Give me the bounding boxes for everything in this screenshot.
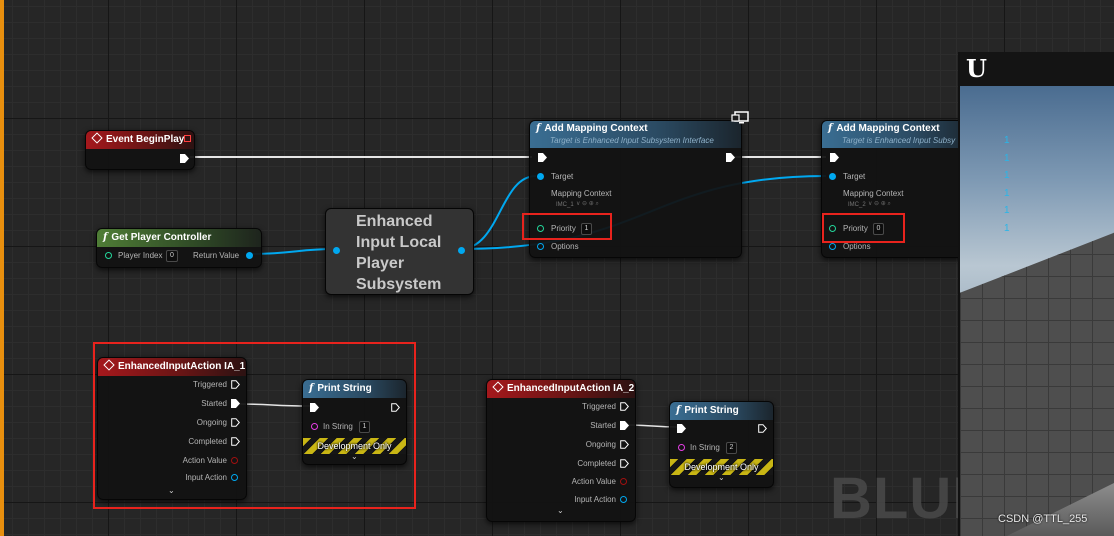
in-string-field[interactable]: 2 <box>726 442 737 454</box>
mapping-context-browse-icon[interactable]: ∨ ⊖ ⊕ ⌕ <box>576 200 599 208</box>
in-string-pin[interactable] <box>678 444 685 451</box>
subsystem-out-pin[interactable] <box>458 247 465 254</box>
player-index-field[interactable]: 0 <box>166 250 178 262</box>
expand-chevron-icon[interactable]: ⌄ <box>557 506 564 515</box>
action-value-label: Action Value <box>571 477 616 486</box>
log-line: 1 <box>1004 205 1010 216</box>
enhanced-input-subsystem-node[interactable]: Enhanced Input Local Player Subsystem <box>325 208 474 295</box>
player-index-pin[interactable] <box>105 252 112 259</box>
return-value-label: Return Value <box>193 251 240 260</box>
in-string-label: In String <box>690 443 720 452</box>
mapping-context-dropdown[interactable]: IMC_2 <box>848 201 866 209</box>
highlight-frame-priority-2 <box>822 213 905 243</box>
player-index-label: Player Index <box>118 251 163 260</box>
log-line: 1 <box>1004 187 1010 199</box>
exec-out-pin[interactable] <box>726 153 735 162</box>
event-beginplay-title: Event BeginPlay <box>106 134 185 145</box>
add-mapping-context-title-2: Add Mapping Context <box>836 123 940 134</box>
subsystem-title: Enhanced Input Local Player Subsystem <box>356 213 442 293</box>
expand-chevron-icon[interactable]: ⌄ <box>718 473 725 482</box>
mapping-context-browse-icon[interactable]: ∨ ⊖ ⊕ ⌕ <box>868 200 891 208</box>
add-mapping-context-header-2[interactable]: f Add Mapping Context Target is Enhanced … <box>822 121 972 148</box>
completed-pin[interactable] <box>620 459 629 468</box>
add-mapping-context-subtitle-2: Target is Enhanced Input Subsy <box>842 136 956 145</box>
log-line: 1 <box>1004 170 1010 181</box>
options-label: Options <box>551 242 579 251</box>
print-string-header-2[interactable]: f Print String <box>670 402 773 420</box>
exec-in-pin[interactable] <box>538 153 547 162</box>
function-icon: f <box>828 123 833 134</box>
event-icon <box>492 381 504 393</box>
exec-out-pin[interactable] <box>758 424 767 433</box>
triggered-pin[interactable] <box>620 402 629 411</box>
return-value-pin[interactable] <box>246 252 253 259</box>
triggered-label: Triggered <box>582 402 616 411</box>
add-mapping-context-header-1[interactable]: f Add Mapping Context Target is Enhanced … <box>530 121 741 148</box>
highlight-frame-priority-1 <box>522 213 612 240</box>
get-player-controller-title: Get Player Controller <box>111 232 212 243</box>
get-player-controller-header[interactable]: f Get Player Controller <box>97 229 261 247</box>
add-mapping-context-title-1: Add Mapping Context <box>544 123 648 134</box>
exec-in-pin[interactable] <box>677 424 686 433</box>
ongoing-label: Ongoing <box>585 440 616 449</box>
viewport-title-bar[interactable]: U <box>960 52 1114 86</box>
input-action-node-2[interactable]: EnhancedInputAction IA_2 Triggered Start… <box>486 379 636 522</box>
started-pin[interactable] <box>620 421 629 430</box>
target-label: Target <box>551 172 574 181</box>
log-line: 1 <box>1004 135 1010 146</box>
completed-label: Completed <box>577 459 616 468</box>
highlight-frame-ia1-group <box>93 342 416 509</box>
target-label: Target <box>843 172 866 181</box>
function-icon: f <box>676 405 681 416</box>
mapping-context-label: Mapping Context <box>551 189 612 198</box>
unreal-logo-icon: U <box>966 54 987 83</box>
print-string-node-2[interactable]: f Print String In String 2 Development On… <box>669 401 774 488</box>
delegate-pin-icon[interactable] <box>184 135 191 142</box>
development-only-label: Development Only <box>684 462 759 472</box>
target-pin[interactable] <box>537 173 544 180</box>
action-value-pin[interactable] <box>620 478 627 485</box>
csdn-credit-watermark: CSDN @TTL_255 <box>998 513 1088 525</box>
add-mapping-context-subtitle-1: Target is Enhanced Input Subsystem Inter… <box>550 136 714 145</box>
options-label: Options <box>843 242 871 251</box>
exec-in-pin[interactable] <box>830 153 839 162</box>
play-in-editor-viewport[interactable]: U 1 1 1 1 1 1 <box>958 52 1114 536</box>
print-string-log: 1 1 1 1 1 1 <box>1004 132 1010 237</box>
exec-out-pin[interactable] <box>180 154 189 163</box>
mapping-context-label: Mapping Context <box>843 189 904 198</box>
mapping-context-dropdown[interactable]: IMC_1 <box>556 201 574 209</box>
get-player-controller-node[interactable]: f Get Player Controller Player Index 0 Re… <box>96 228 262 268</box>
event-beginplay-node[interactable]: Event BeginPlay <box>85 130 195 170</box>
input-action-title-2: EnhancedInputAction IA_2 <box>507 383 635 394</box>
event-beginplay-header[interactable]: Event BeginPlay <box>86 131 194 149</box>
input-action-header-2[interactable]: EnhancedInputAction IA_2 <box>487 380 635 398</box>
started-label: Started <box>590 421 616 430</box>
print-string-title-2: Print String <box>684 405 739 416</box>
options-pin[interactable] <box>829 243 836 250</box>
input-action-pin[interactable] <box>620 496 627 503</box>
blueprint-graph-canvas[interactable]: BLUE Event BeginPlay f Get Player Control… <box>0 0 1114 536</box>
target-pin[interactable] <box>829 173 836 180</box>
log-line: 1 <box>1004 152 1010 164</box>
subsystem-in-pin[interactable] <box>333 247 340 254</box>
event-icon <box>91 132 103 144</box>
log-line: 1 <box>1004 222 1010 234</box>
options-pin[interactable] <box>537 243 544 250</box>
function-icon: f <box>536 123 541 134</box>
monitor-icon <box>731 111 749 124</box>
function-icon: f <box>103 232 108 243</box>
input-action-label: Input Action <box>574 495 616 504</box>
ongoing-pin[interactable] <box>620 440 629 449</box>
